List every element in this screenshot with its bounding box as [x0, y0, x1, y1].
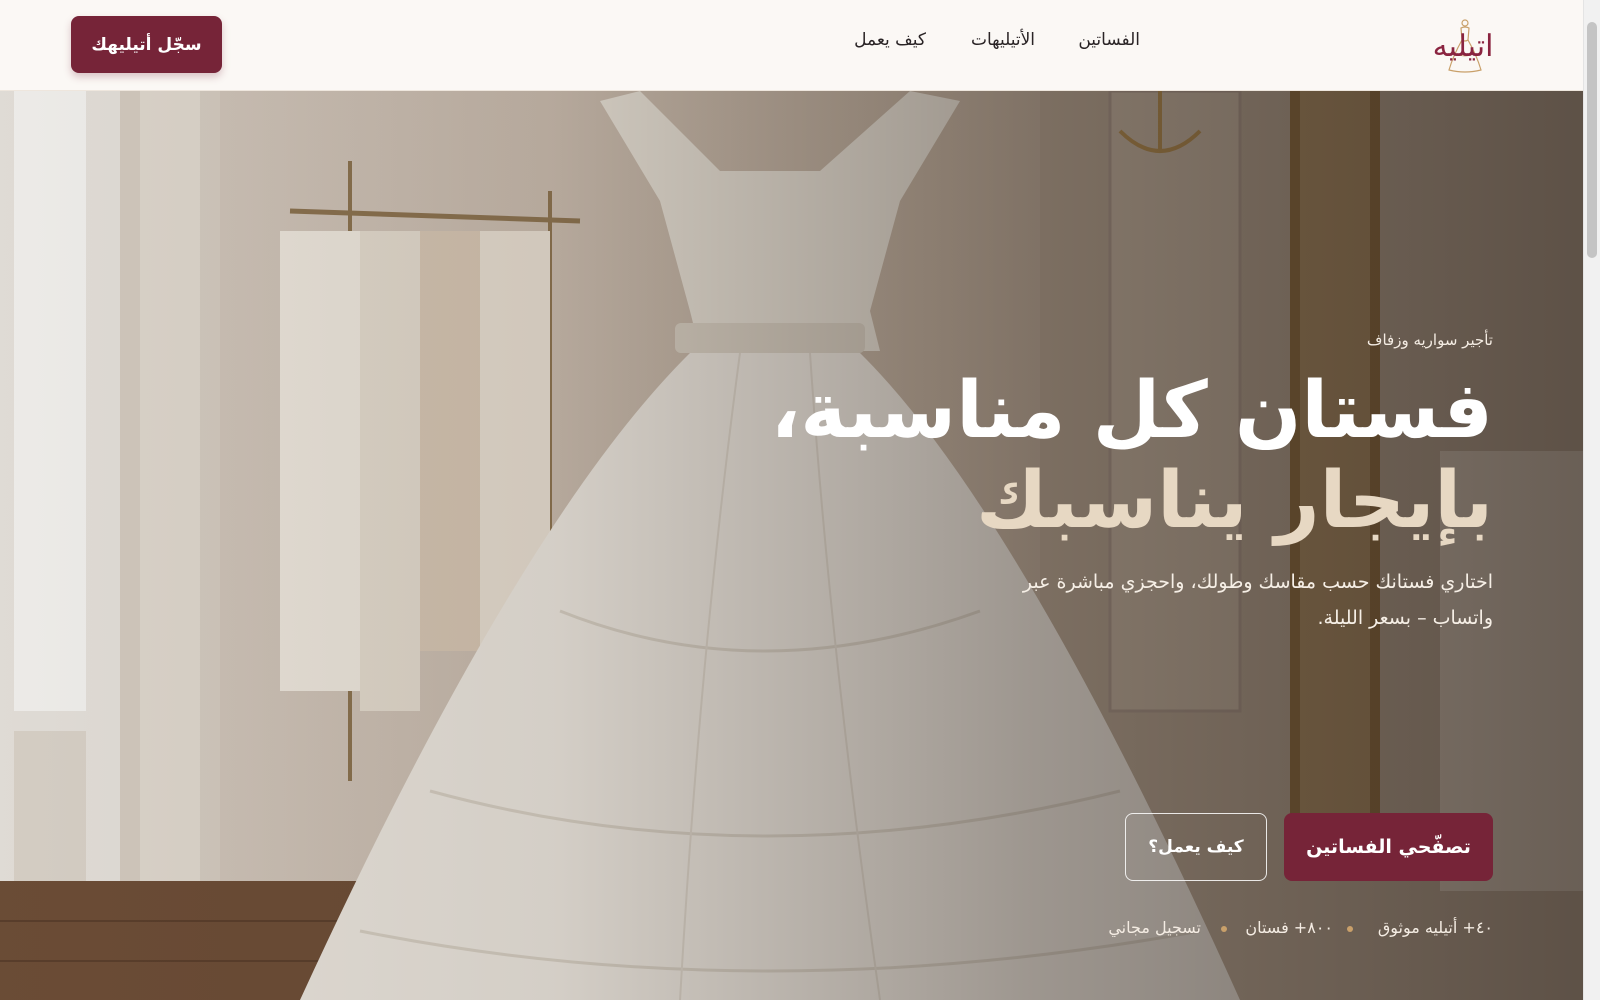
hero-section: تأجير سواريه وزفاف فستان كل مناسبة، بإيج… — [0, 91, 1583, 1000]
hero-subtitle: اختاري فستانك حسب مقاسك وطولك، واحجزي مب… — [1022, 571, 1493, 630]
browse-dresses-button[interactable]: تصفّحي الفساتين — [1284, 813, 1493, 881]
scrollbar-thumb[interactable] — [1587, 22, 1597, 258]
how-it-works-button[interactable]: كيف يعمل؟ — [1125, 813, 1267, 881]
hero-content: تأجير سواريه وزفاف فستان كل مناسبة، بإيج… — [770, 331, 1493, 937]
hero-cta-row: تصفّحي الفساتين كيف يعمل؟ — [853, 813, 1493, 881]
nav-link-how-it-works[interactable]: كيف يعمل — [854, 30, 926, 50]
register-atelier-button[interactable]: سجّل أتيليهك — [71, 16, 222, 73]
top-header: اتيليه الفساتين الأتيليهات كيف يعمل سجّل… — [0, 0, 1583, 91]
brand-logo[interactable]: اتيليه — [1413, 18, 1513, 74]
stat-ateliers: ٤٠+ أتيليه موثوق — [1377, 918, 1493, 937]
nav-link-ateliers[interactable]: الأتيليهات — [971, 30, 1035, 50]
dot-icon — [1221, 926, 1227, 932]
hero-title-line1: فستان كل مناسبة، — [770, 366, 1493, 456]
stat-free-registration: تسجيل مجاني — [1108, 918, 1201, 937]
hero-eyebrow: تأجير سواريه وزفاف — [1366, 331, 1493, 349]
hero-title-line2: بإيجار يناسبك — [975, 455, 1493, 546]
dot-icon — [1347, 926, 1353, 932]
page-scrollbar[interactable] — [1583, 0, 1600, 1000]
stat-dresses: ٨٠٠+ فستان — [1245, 918, 1333, 937]
hero-stats: ٤٠+ أتيليه موثوق ٨٠٠+ فستان تسجيل مجاني — [853, 918, 1493, 942]
logo-text: اتيليه — [1432, 28, 1494, 64]
nav-link-dresses[interactable]: الفساتين — [1078, 30, 1140, 50]
